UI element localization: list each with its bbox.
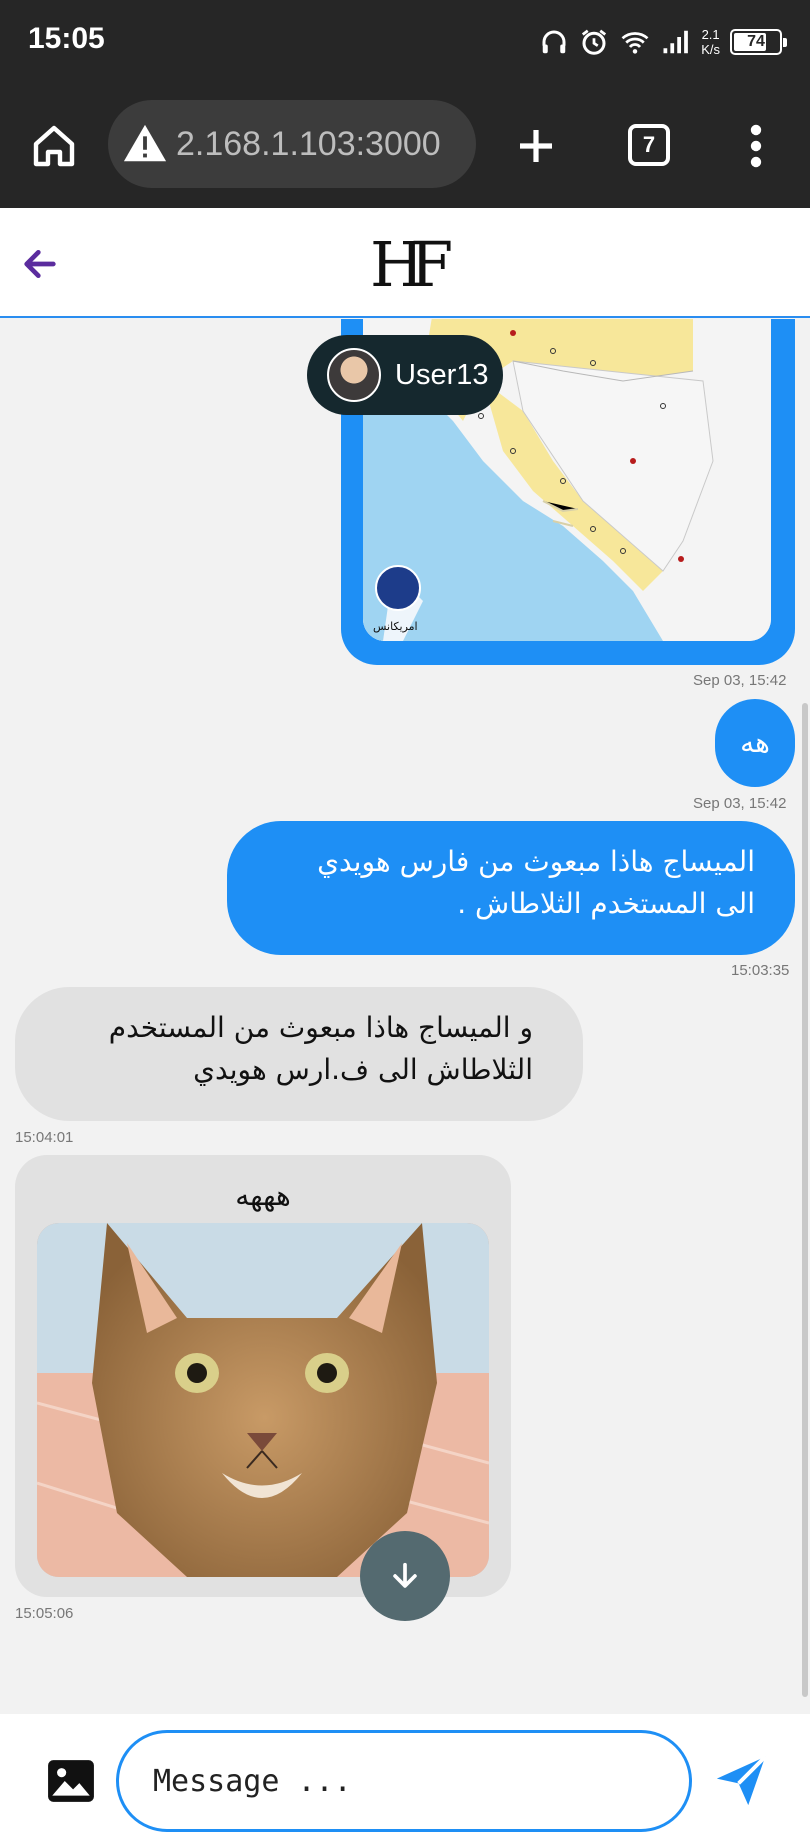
message-timestamp: 15:04:01 [15,1129,74,1146]
message-text: هه [740,726,770,759]
signal-icon [663,30,689,54]
image-attach-icon[interactable] [46,1758,96,1804]
wifi-icon [621,32,649,54]
wolf-logo-icon [375,565,421,611]
battery-level: 74 [747,33,765,50]
home-icon[interactable] [30,122,78,170]
address-bar[interactable]: 2.168.1.103:3000 [108,100,476,188]
received-message-bubble[interactable]: و الميساج هاذا مبعوث من المستخدم الثلاطا… [15,987,583,1121]
url-text[interactable]: 2.168.1.103:3000 [176,125,441,164]
message-timestamp: Sep 03, 15:42 [693,672,787,689]
app-header: HF [0,208,810,318]
tab-count: 7 [642,132,656,157]
sent-message-bubble[interactable]: هه [715,699,795,787]
app-logo: HF [370,228,453,301]
message-composer [0,1714,810,1845]
new-tab-icon[interactable] [512,122,560,170]
more-menu-icon[interactable] [740,122,772,170]
message-timestamp: Sep 03, 15:42 [693,795,787,812]
browser-toolbar: 2.168.1.103:3000 7 [0,86,810,208]
scrollbar[interactable] [802,703,808,1697]
user-chip-name: User13 [395,358,489,391]
message-line-2: الثلاطاش الى ف.ارس هويدي [193,1053,533,1086]
map-logo-text: امريكانس [373,620,418,633]
image-caption: هههه [235,1179,291,1212]
network-speed-value: 2.1 [701,27,720,42]
status-time: 15:05 [28,22,105,55]
message-input[interactable] [116,1730,692,1832]
user-chip[interactable]: User13 [307,335,503,415]
avatar [327,348,381,402]
message-line-1: الميساج هاذا مبعوث من فارس هويدي [317,845,755,878]
arrow-down-icon [393,1562,417,1588]
message-line-1: و الميساج هاذا مبعوث من المستخدم [108,1011,533,1044]
send-icon[interactable] [712,1752,770,1810]
tab-switcher-button[interactable]: 7 [628,124,670,166]
status-icons: 2.1 K/s 74 [539,18,787,66]
battery-icon: 74 [730,29,787,55]
status-bar: 15:05 2.1 K/s 74 [0,0,810,86]
message-line-2: الى المستخدم الثلاطاش . [457,887,755,920]
cat-graphic [37,1223,489,1577]
message-timestamp: 15:03:35 [731,962,790,979]
network-speed: 2.1 K/s [701,27,720,57]
headphones-icon [542,30,566,54]
message-timestamp: 15:05:06 [15,1605,74,1622]
received-image-bubble[interactable]: هههه [15,1155,511,1597]
cat-image[interactable] [37,1223,489,1577]
network-speed-unit: K/s [701,42,720,57]
scroll-down-button[interactable] [360,1531,450,1621]
warning-icon[interactable] [122,121,168,167]
chat-area[interactable]: امريكانس User13 Sep 03, 15:42 هه Sep 03,… [0,319,810,1714]
sent-message-bubble[interactable]: الميساج هاذا مبعوث من فارس هويدي الى الم… [227,821,795,955]
back-arrow-icon[interactable] [20,244,60,284]
alarm-icon [582,29,607,55]
